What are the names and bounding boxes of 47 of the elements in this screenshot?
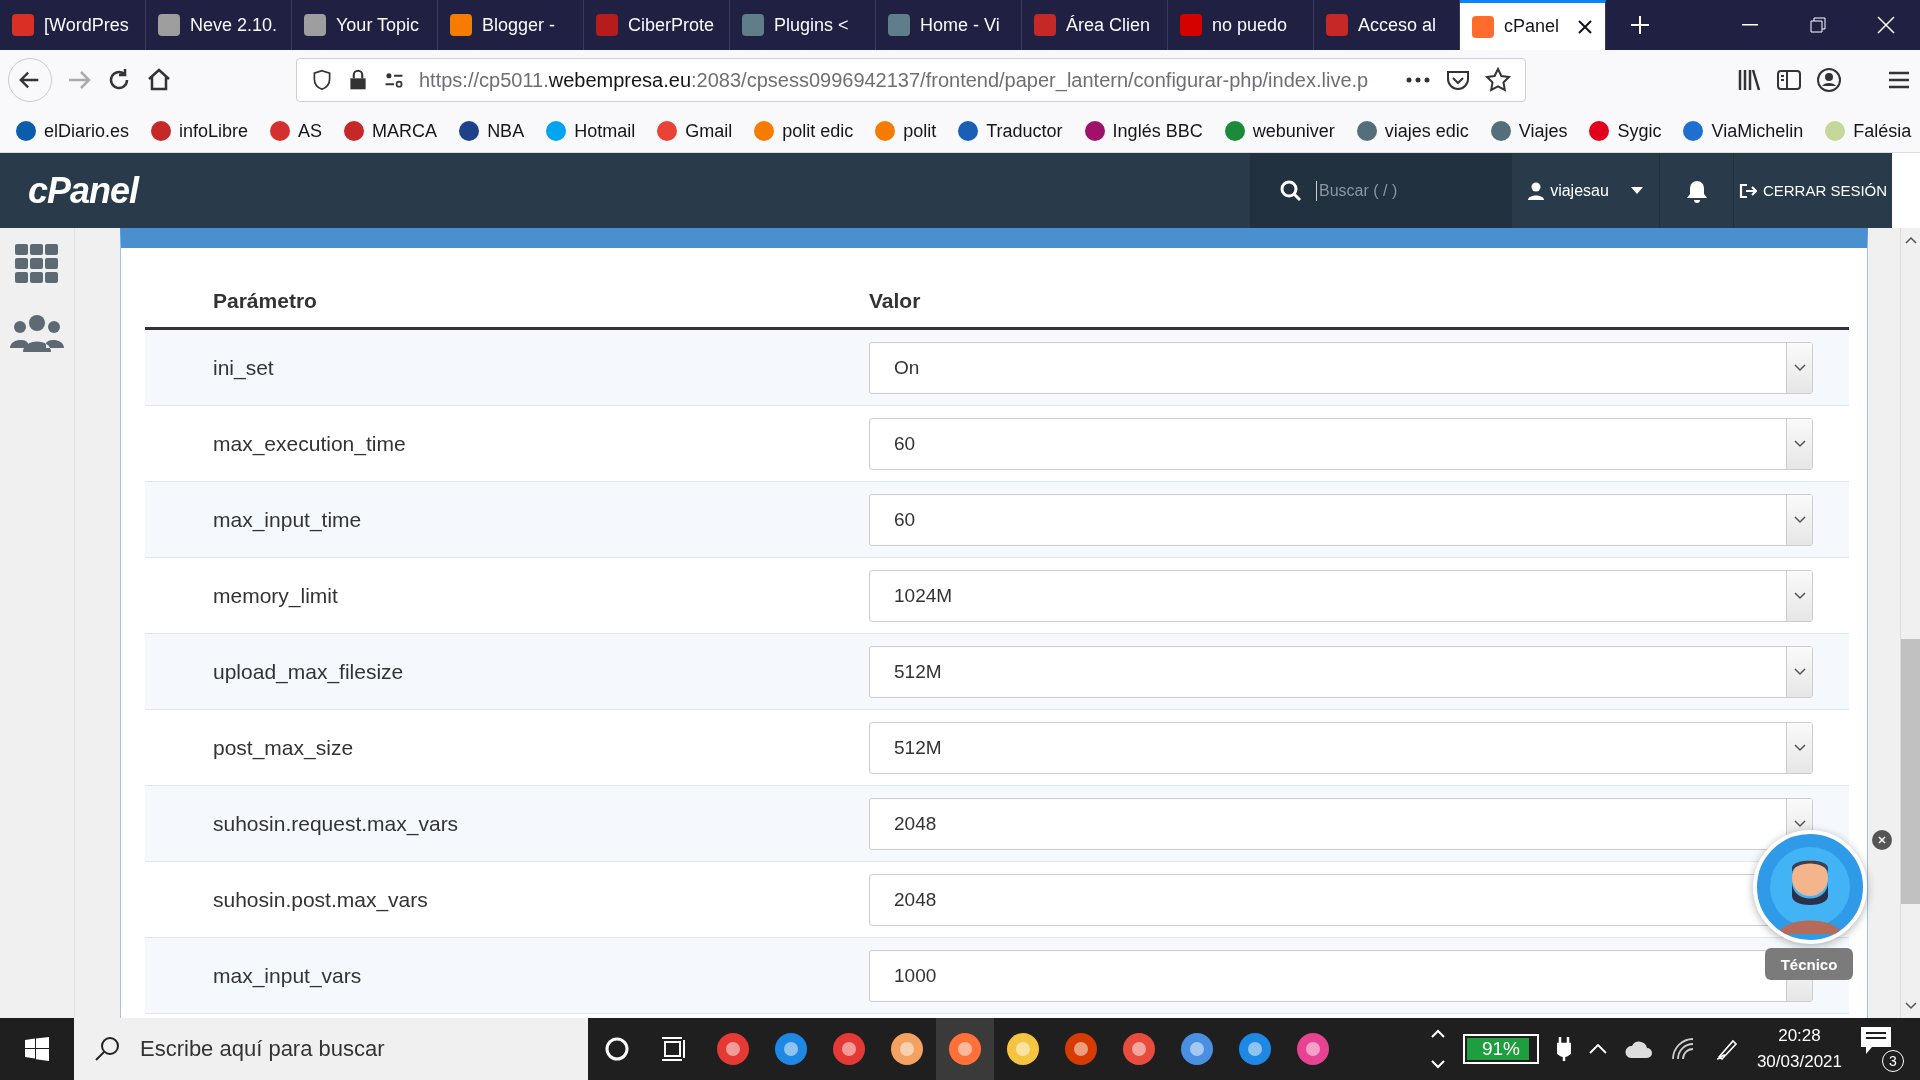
parameter-name: max_execution_time	[212, 431, 407, 456]
column-header: Parámetro	[212, 289, 318, 313]
parameter-name: memory_limit	[212, 583, 339, 608]
value-select[interactable]: 60	[869, 417, 1813, 470]
cpanel-logo[interactable]: cPanel	[28, 169, 139, 212]
parameter-name: post_max_size	[212, 735, 355, 760]
bookmark-link[interactable]: infoLibre	[151, 120, 249, 142]
parameter-name: suhosin.request.max_vars	[212, 811, 460, 836]
address-bar[interactable]: https://cp5011.webempresa.eu:2083/cpsess0996942137/frontend/paper_lantern/configurar-php/index.live.p	[296, 58, 1526, 102]
bookmark-link[interactable]: Falésia	[1825, 120, 1912, 142]
bookmark-link[interactable]: ViaMichelin	[1683, 120, 1804, 142]
clock-time: 20:28	[1778, 1025, 1821, 1047]
bookmark-link[interactable]: viajes edic	[1356, 120, 1469, 142]
value-select[interactable]: 60	[869, 493, 1813, 546]
bookmark-link[interactable]: AS	[270, 120, 323, 142]
bookmark-link[interactable]: Hotmail	[546, 120, 636, 142]
agent-label[interactable]: Técnico	[1765, 948, 1853, 980]
bookmark-link[interactable]: Viajes	[1490, 120, 1568, 142]
bookmark-link[interactable]: polit edic	[754, 120, 854, 142]
bookmark-link[interactable]: webuniver	[1224, 120, 1335, 142]
bookmark-link[interactable]: MARCA	[344, 120, 438, 142]
bookmark-link[interactable]: Inglés BBC	[1084, 120, 1203, 142]
taskbar-search-field[interactable]: Escribe aquí para buscar	[138, 1035, 558, 1063]
column-header: Valor	[869, 289, 922, 313]
value-select[interactable]: On	[869, 341, 1813, 394]
browser-tab[interactable]: cPanel	[1460, 0, 1606, 50]
value-select[interactable]: 512M	[869, 645, 1813, 698]
parameter-name: upload_max_filesize	[212, 659, 405, 684]
notifications-button[interactable]: 3	[1860, 1026, 1904, 1072]
clock-date: 30/03/2021	[1756, 1051, 1842, 1073]
bookmark-link[interactable]: Sygic	[1589, 120, 1662, 142]
parameter-name: suhosin.post.max_vars	[212, 887, 429, 912]
bookmark-link[interactable]: elDiario.es	[16, 120, 130, 142]
search-field[interactable]: Buscar ( / )	[1316, 180, 1496, 201]
parameter-name: ini_set	[212, 355, 275, 380]
notification-count: 3	[1882, 1050, 1904, 1072]
value-select[interactable]: 1024M	[869, 569, 1813, 622]
parameter-name: max_input_vars	[212, 963, 363, 988]
value-select[interactable]: 2048	[869, 797, 1813, 850]
bookmark-link[interactable]: Gmail	[657, 120, 733, 142]
bookmark-link[interactable]: Traductor	[958, 120, 1063, 142]
taskbar-search-box[interactable]: Escribe aquí para buscar	[74, 1018, 588, 1080]
bookmark-link[interactable]: NBA	[459, 120, 525, 142]
logout-button[interactable]: CERRAR SESIÓN	[1734, 153, 1892, 228]
value-select[interactable]: 512M	[869, 721, 1813, 774]
parameter-name: max_input_time	[212, 507, 363, 532]
bookmark-link[interactable]: polit	[875, 120, 937, 142]
